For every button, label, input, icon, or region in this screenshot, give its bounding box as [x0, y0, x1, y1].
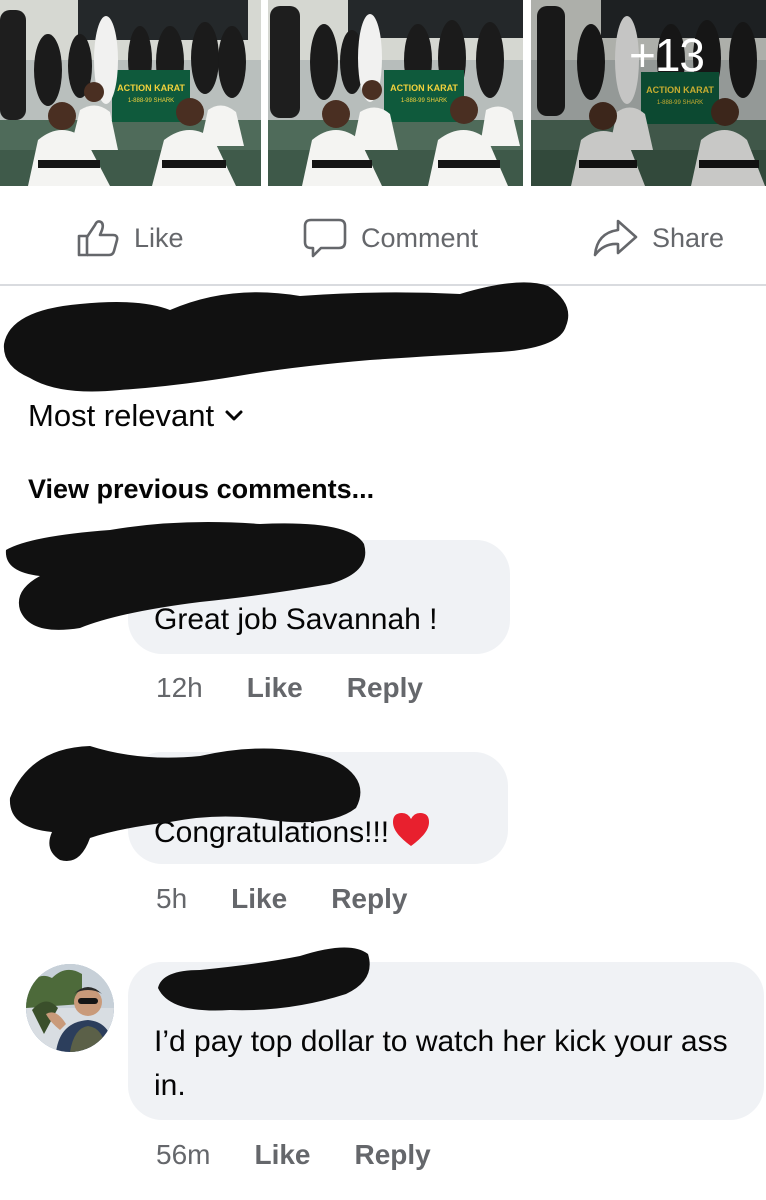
comment-reply-button[interactable]: Reply [347, 672, 423, 704]
comment-label: Comment [361, 222, 479, 253]
thumbs-up-icon [77, 220, 119, 257]
more-photos-count[interactable]: +13 [629, 28, 705, 82]
comment-reply-button[interactable]: Reply [355, 1139, 431, 1171]
sort-label: Most relevant [28, 398, 215, 433]
post-photo-2[interactable]: ACTION KARAT 1-888-99 SHARK [268, 0, 523, 186]
comment-sort-dropdown[interactable]: Most relevant [28, 398, 244, 434]
banner-phone: 1-888-99 SHARK [128, 98, 174, 104]
share-label: Share [652, 222, 725, 253]
redaction-scribble [3, 282, 569, 392]
post-photo-3[interactable]: ACTION KARAT 1-888-99 SHARK +13 [531, 0, 766, 186]
comment-button[interactable]: Comment [303, 216, 478, 260]
post-photo-strip: ACTION KARAT 1-888-99 SHARK ACTION KARAT… [0, 0, 766, 186]
comment-text-row: Congratulations!!! [154, 810, 431, 855]
chevron-down-icon [225, 410, 243, 421]
comment-timestamp: 5h [156, 883, 188, 914]
comment-text: Congratulations!!! [154, 816, 390, 849]
comment-like-button[interactable]: Like [254, 1139, 310, 1171]
banner-title: ACTION KARAT [390, 83, 458, 93]
comment-bubble-icon [303, 218, 347, 258]
red-heart-icon [393, 813, 430, 846]
like-label: Like [134, 222, 184, 253]
comment-text: I’d pay top dollar to watch her kick you… [154, 1025, 728, 1102]
share-button[interactable]: Share [592, 216, 724, 260]
post-action-bar: Like Comment Share [0, 190, 766, 286]
comment-meta: 5h Like Reply [156, 883, 407, 915]
like-button[interactable]: Like [76, 216, 184, 260]
comment-like-button[interactable]: Like [247, 672, 303, 704]
share-arrow-icon [593, 219, 638, 257]
comment-meta: 56m Like Reply [156, 1139, 431, 1171]
banner-phone: 1-888-99 SHARK [401, 98, 447, 104]
comment-timestamp: 12h [156, 672, 203, 703]
comment-meta: 12h Like Reply [156, 672, 423, 704]
post-photo-1[interactable]: ACTION KARAT 1-888-99 SHARK [0, 0, 261, 186]
comment-timestamp: 56m [156, 1139, 211, 1170]
karate-ceremony-photo: ACTION KARAT 1-888-99 SHARK [0, 0, 261, 186]
banner-title: ACTION KARAT [117, 83, 185, 93]
avatar-photo [26, 964, 114, 1052]
commenter-avatar[interactable] [26, 964, 114, 1052]
view-previous-comments-link[interactable]: View previous comments... [28, 474, 374, 505]
comment-like-button[interactable]: Like [231, 883, 287, 915]
comment-text: Great job Savannah ! [154, 603, 438, 636]
comment-reply-button[interactable]: Reply [331, 883, 407, 915]
karate-ceremony-photo: ACTION KARAT 1-888-99 SHARK [268, 0, 523, 186]
